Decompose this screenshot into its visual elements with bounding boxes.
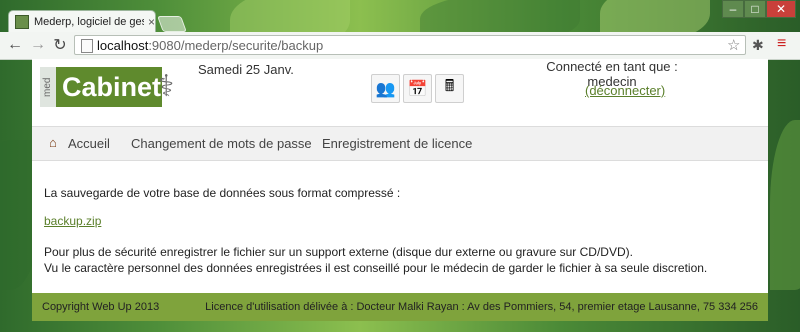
url-path: :9080/mederp/securite/backup: [148, 37, 324, 53]
cabinet-logo[interactable]: med Cabinet ⚕: [40, 67, 184, 107]
menu-item-change-password[interactable]: Changement de mots de passe: [131, 136, 312, 151]
calculator-icon[interactable]: 🖩: [435, 74, 464, 103]
reload-icon[interactable]: ↻: [51, 36, 69, 54]
caduceus-icon: ⚕: [158, 70, 175, 103]
current-date: Samedi 25 Janv.: [198, 62, 294, 77]
copyright-text: Copyright Web Up 2013: [42, 301, 160, 313]
decorative-leaf: [770, 120, 800, 290]
logo-med-label: med: [40, 67, 56, 107]
calendar-icon[interactable]: 📅: [403, 74, 432, 103]
home-icon: ⌂: [49, 135, 57, 150]
logout-link[interactable]: (déconnecter): [585, 83, 665, 98]
backup-intro-text: La sauvegarde de votre base de données s…: [44, 186, 401, 200]
url-host: localhost: [97, 37, 149, 53]
menu-item-licence-registration[interactable]: Enregistrement de licence: [322, 136, 472, 151]
logo-text: Cabinet: [56, 67, 162, 107]
web-page: med Cabinet ⚕ Samedi 25 Janv. 👥 📅 🖩 Conn…: [32, 59, 768, 321]
tab-title: Mederp, logiciel de gestion d: [34, 15, 144, 28]
extension-icon[interactable]: ✱: [752, 37, 764, 54]
tab-favicon-icon: [15, 14, 29, 29]
back-arrow-icon[interactable]: ←: [6, 36, 24, 54]
privacy-advice-text: Vu le caractère personnel des données en…: [44, 261, 708, 275]
browser-toolbar: ← → ↻ localhost:9080/mederp/securite/bac…: [0, 32, 800, 60]
minimize-icon[interactable]: –: [722, 0, 744, 18]
app-shortcuts: 👥 📅 🖩: [371, 74, 464, 103]
app-header: med Cabinet ⚕ Samedi 25 Janv. 👥 📅 🖩 Conn…: [32, 59, 768, 126]
main-menu: ⌂ Accueil Changement de mots de passe En…: [32, 126, 768, 161]
maximize-icon[interactable]: □: [744, 0, 766, 18]
close-window-icon[interactable]: ✕: [766, 0, 796, 18]
address-bar[interactable]: localhost:9080/mederp/securite/backup: [74, 35, 746, 55]
browser-menu-icon[interactable]: ≡: [777, 36, 786, 52]
page-icon: [81, 39, 93, 53]
forward-arrow-icon[interactable]: →: [29, 36, 47, 54]
browser-tab[interactable]: Mederp, logiciel de gestion d ×: [8, 10, 156, 32]
menu-item-accueil[interactable]: Accueil: [68, 136, 110, 151]
backup-download-link[interactable]: backup.zip: [44, 214, 101, 228]
licence-info-text: Licence d'utilisation délivée à : Docteu…: [205, 301, 758, 313]
tab-close-icon[interactable]: ×: [148, 15, 155, 29]
security-advice-text: Pour plus de sécurité enregistrer le fic…: [44, 245, 633, 259]
patients-icon[interactable]: 👥: [371, 74, 400, 103]
bookmark-star-icon[interactable]: ☆: [727, 36, 740, 54]
app-footer: Copyright Web Up 2013 Licence d'utilisat…: [32, 293, 768, 321]
